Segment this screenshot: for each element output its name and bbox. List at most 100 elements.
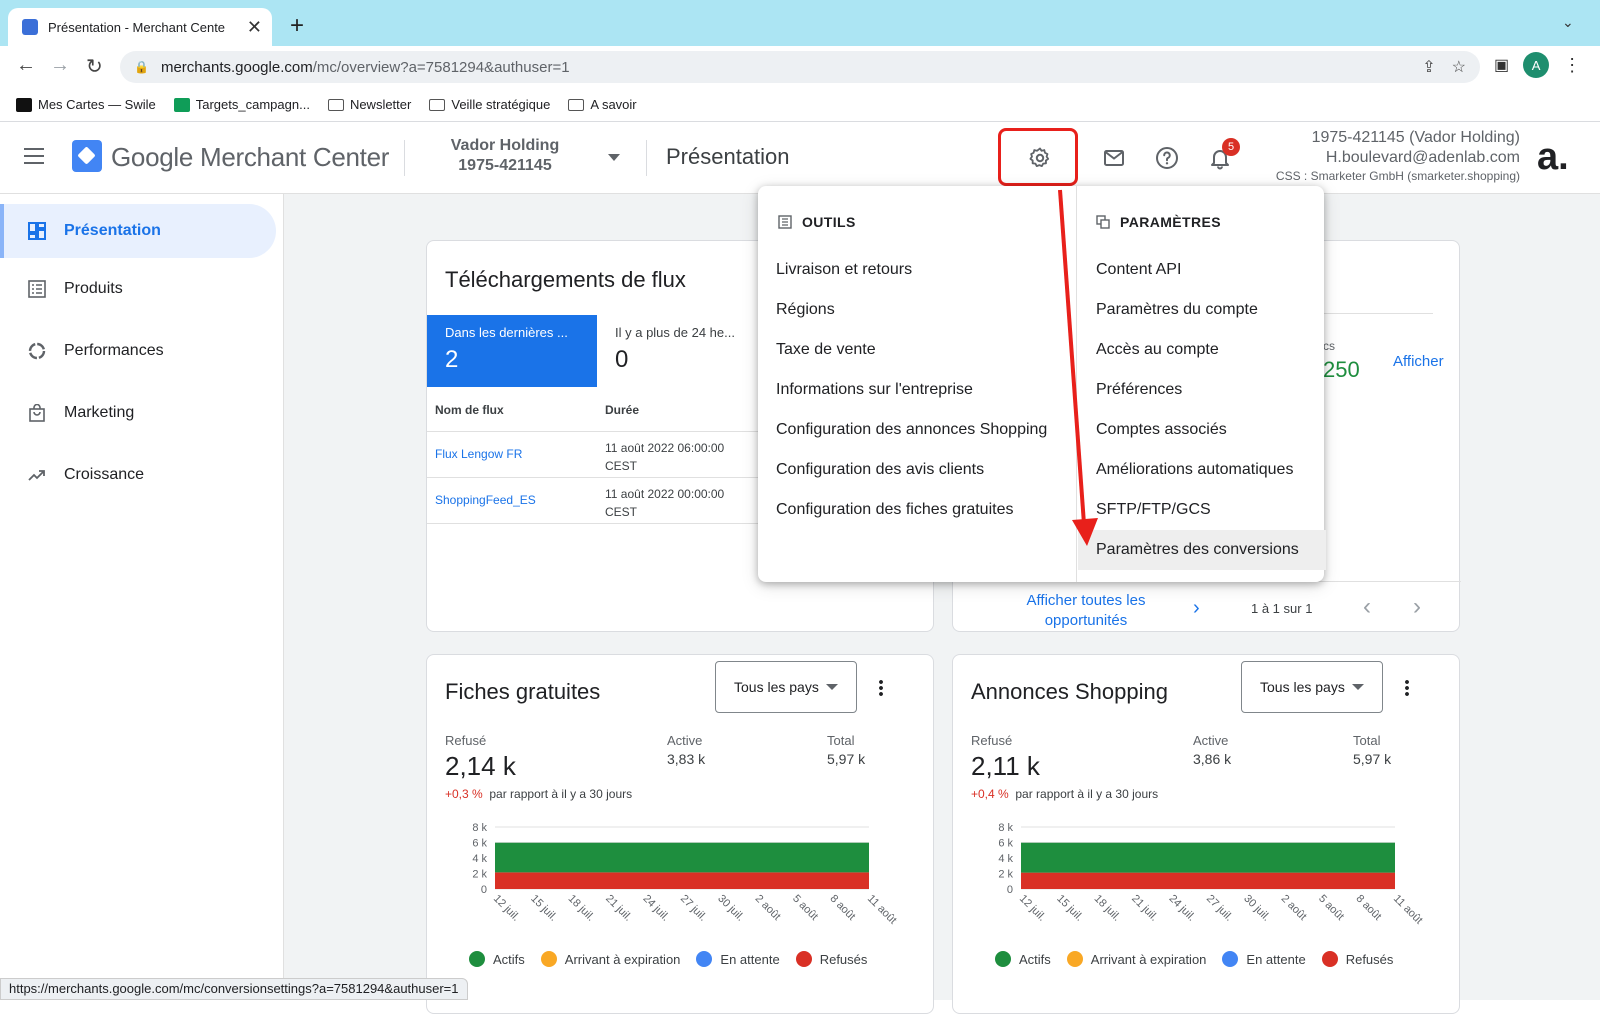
mail-icon[interactable] bbox=[1102, 146, 1126, 170]
bookmark-targets[interactable]: Targets_campagn... bbox=[173, 97, 310, 112]
menu-item-sftp-ftp-gcs[interactable]: SFTP/FTP/GCS bbox=[1078, 490, 1326, 530]
divider bbox=[646, 140, 647, 176]
active-label: Active bbox=[667, 733, 703, 748]
legend-item[interactable]: Refusés bbox=[1321, 951, 1394, 967]
menu-item-preferences[interactable]: Préférences bbox=[1078, 370, 1326, 410]
chevron-right-icon[interactable]: › bbox=[1193, 597, 1200, 620]
back-icon[interactable]: ← bbox=[16, 54, 36, 77]
legend-item[interactable]: Actifs bbox=[995, 951, 1051, 967]
more-options-icon[interactable] bbox=[1405, 679, 1409, 697]
bookmark-star-icon[interactable]: ☆ bbox=[1452, 57, 1466, 77]
profile-avatar[interactable]: A bbox=[1523, 52, 1550, 78]
next-page-icon[interactable]: › bbox=[1413, 593, 1421, 621]
bookmark-label: Targets_campagn... bbox=[195, 97, 310, 112]
delta-text: par rapport à il y a 30 jours bbox=[489, 787, 633, 801]
legend-label: Arrivant à expiration bbox=[564, 951, 681, 967]
x-tick-label: 2 août bbox=[753, 893, 783, 923]
legend-item[interactable]: Arrivant à expiration bbox=[1066, 951, 1206, 967]
account-dropdown-caret-icon[interactable] bbox=[608, 154, 620, 161]
y-tick-label: 6 k bbox=[998, 838, 1013, 850]
address-bar[interactable]: 🔒 merchants.google.com/mc/overview?a=758… bbox=[120, 51, 1480, 83]
sidebar-item-produits[interactable]: Produits bbox=[0, 262, 276, 316]
hamburger-menu-icon[interactable] bbox=[24, 148, 44, 164]
prev-page-icon[interactable]: ‹ bbox=[1363, 593, 1371, 621]
merchant-center-logo-icon bbox=[72, 140, 102, 172]
account-switcher[interactable]: Vador Holding 1975-421145 bbox=[430, 136, 580, 176]
x-tick-label: 27 juil. bbox=[678, 893, 709, 924]
forward-icon[interactable]: → bbox=[50, 54, 70, 77]
tab-older-24h[interactable]: Il y a plus de 24 he... 0 bbox=[597, 315, 767, 387]
legend-label: Refusés bbox=[1345, 951, 1394, 967]
duration-tz: CEST bbox=[605, 505, 638, 519]
tab-title: Présentation - Merchant Cente bbox=[48, 19, 226, 35]
bookmark-newsletter[interactable]: Newsletter bbox=[327, 97, 411, 112]
x-tick-label: 5 août bbox=[790, 893, 820, 923]
legend-item[interactable]: En attente bbox=[696, 951, 780, 967]
gear-icon[interactable] bbox=[1028, 146, 1052, 170]
feed-link-lengow[interactable]: Flux Lengow FR bbox=[435, 447, 522, 461]
feed-link-shoppingfeed[interactable]: ShoppingFeed_ES bbox=[435, 493, 536, 507]
table-row-duration: 11 août 2022 00:00:00 CEST bbox=[605, 485, 724, 521]
list-icon bbox=[28, 280, 46, 298]
legend-item[interactable]: Actifs bbox=[469, 951, 525, 967]
tools-header: OUTILS bbox=[778, 214, 856, 230]
duration-tz: CEST bbox=[605, 459, 638, 473]
tab-last-24h[interactable]: Dans les dernières ... 2 bbox=[427, 315, 597, 387]
total-label: Total bbox=[827, 733, 855, 748]
share-icon[interactable]: ⇪ bbox=[1422, 57, 1435, 77]
bookmark-mes-cartes[interactable]: Mes Cartes — Swile bbox=[16, 97, 156, 112]
legend-item[interactable]: Arrivant à expiration bbox=[540, 951, 681, 967]
show-button[interactable]: Afficher bbox=[1393, 353, 1444, 370]
menu-item-linked-accounts[interactable]: Comptes associés bbox=[1078, 410, 1326, 450]
menu-item-sales-tax[interactable]: Taxe de vente bbox=[758, 330, 1076, 370]
sidebar-item-presentation[interactable]: Présentation bbox=[0, 204, 276, 258]
bookmark-a-savoir[interactable]: A savoir bbox=[568, 97, 637, 112]
tab-search-chevron-icon[interactable]: ⌄ bbox=[1562, 14, 1574, 31]
chart-legend: Actifs Arrivant à expiration En attente … bbox=[469, 951, 867, 967]
column-header-feed-name[interactable]: Nom de flux bbox=[435, 403, 504, 417]
menu-item-account-settings[interactable]: Paramètres du compte bbox=[1078, 290, 1326, 330]
menu-item-business-info[interactable]: Informations sur l'entreprise bbox=[758, 370, 1076, 410]
x-tick-label: 30 juil. bbox=[715, 893, 746, 924]
menu-item-regions[interactable]: Régions bbox=[758, 290, 1076, 330]
x-tick-label: 2 août bbox=[1279, 893, 1309, 923]
sidebar-item-marketing[interactable]: Marketing bbox=[0, 386, 276, 440]
reload-icon[interactable]: ↻ bbox=[86, 54, 103, 79]
country-select[interactable]: Tous les pays bbox=[1241, 661, 1383, 713]
series-area-actifs bbox=[495, 842, 869, 873]
delta-value: +0,3 % bbox=[445, 787, 483, 801]
menu-item-shipping-returns[interactable]: Livraison et retours bbox=[758, 250, 1076, 290]
sidebar-item-performances[interactable]: Performances bbox=[0, 324, 276, 378]
chart-legend: Actifs Arrivant à expiration En attente … bbox=[995, 951, 1393, 967]
total-label: Total bbox=[1353, 733, 1381, 748]
browser-menu-icon[interactable]: ⋮ bbox=[1563, 55, 1581, 76]
side-panel-icon[interactable]: ▣ bbox=[1494, 55, 1509, 75]
menu-item-customer-reviews-setup[interactable]: Configuration des avis clients bbox=[758, 450, 1076, 490]
legend-item[interactable]: Refusés bbox=[795, 951, 867, 967]
menu-item-conversion-settings[interactable]: Paramètres des conversions bbox=[1078, 530, 1326, 570]
menu-item-content-api[interactable]: Content API bbox=[1078, 250, 1326, 290]
menu-item-automatic-improvements[interactable]: Améliorations automatiques bbox=[1078, 450, 1326, 490]
folder-icon bbox=[429, 98, 446, 111]
menu-item-free-listings-setup[interactable]: Configuration des fiches gratuites bbox=[758, 490, 1076, 530]
more-options-icon[interactable] bbox=[879, 679, 883, 697]
x-tick-label: 15 juil. bbox=[1054, 893, 1085, 924]
new-tab-icon[interactable]: + bbox=[290, 12, 304, 40]
sidebar-item-label: Produits bbox=[64, 280, 123, 297]
sidebar-item-croissance[interactable]: Croissance bbox=[0, 448, 276, 502]
user-info[interactable]: 1975-421145 (Vador Holding) H.boulevard@… bbox=[1200, 128, 1520, 184]
bookmark-veille[interactable]: Veille stratégique bbox=[429, 97, 550, 112]
menu-item-shopping-ads-setup[interactable]: Configuration des annonces Shopping bbox=[758, 410, 1076, 450]
browser-tab[interactable]: Présentation - Merchant Cente ✕ bbox=[8, 8, 272, 46]
legend-swatch bbox=[1222, 951, 1239, 967]
close-tab-icon[interactable]: ✕ bbox=[247, 17, 262, 38]
menu-divider bbox=[1076, 186, 1077, 582]
legend-item[interactable]: En attente bbox=[1222, 951, 1306, 967]
free-listings-card: Fiches gratuites Tous les pays Refusé 2,… bbox=[426, 654, 934, 1014]
country-select[interactable]: Tous les pays bbox=[715, 661, 857, 713]
menu-item-account-access[interactable]: Accès au compte bbox=[1078, 330, 1326, 370]
help-icon[interactable] bbox=[1155, 146, 1179, 170]
column-header-duration[interactable]: Durée bbox=[605, 403, 639, 417]
browser-toolbar: ← → ↻ 🔒 merchants.google.com/mc/overview… bbox=[0, 46, 1600, 88]
show-all-opportunities-link[interactable]: Afficher toutes les opportunités bbox=[1001, 591, 1171, 631]
